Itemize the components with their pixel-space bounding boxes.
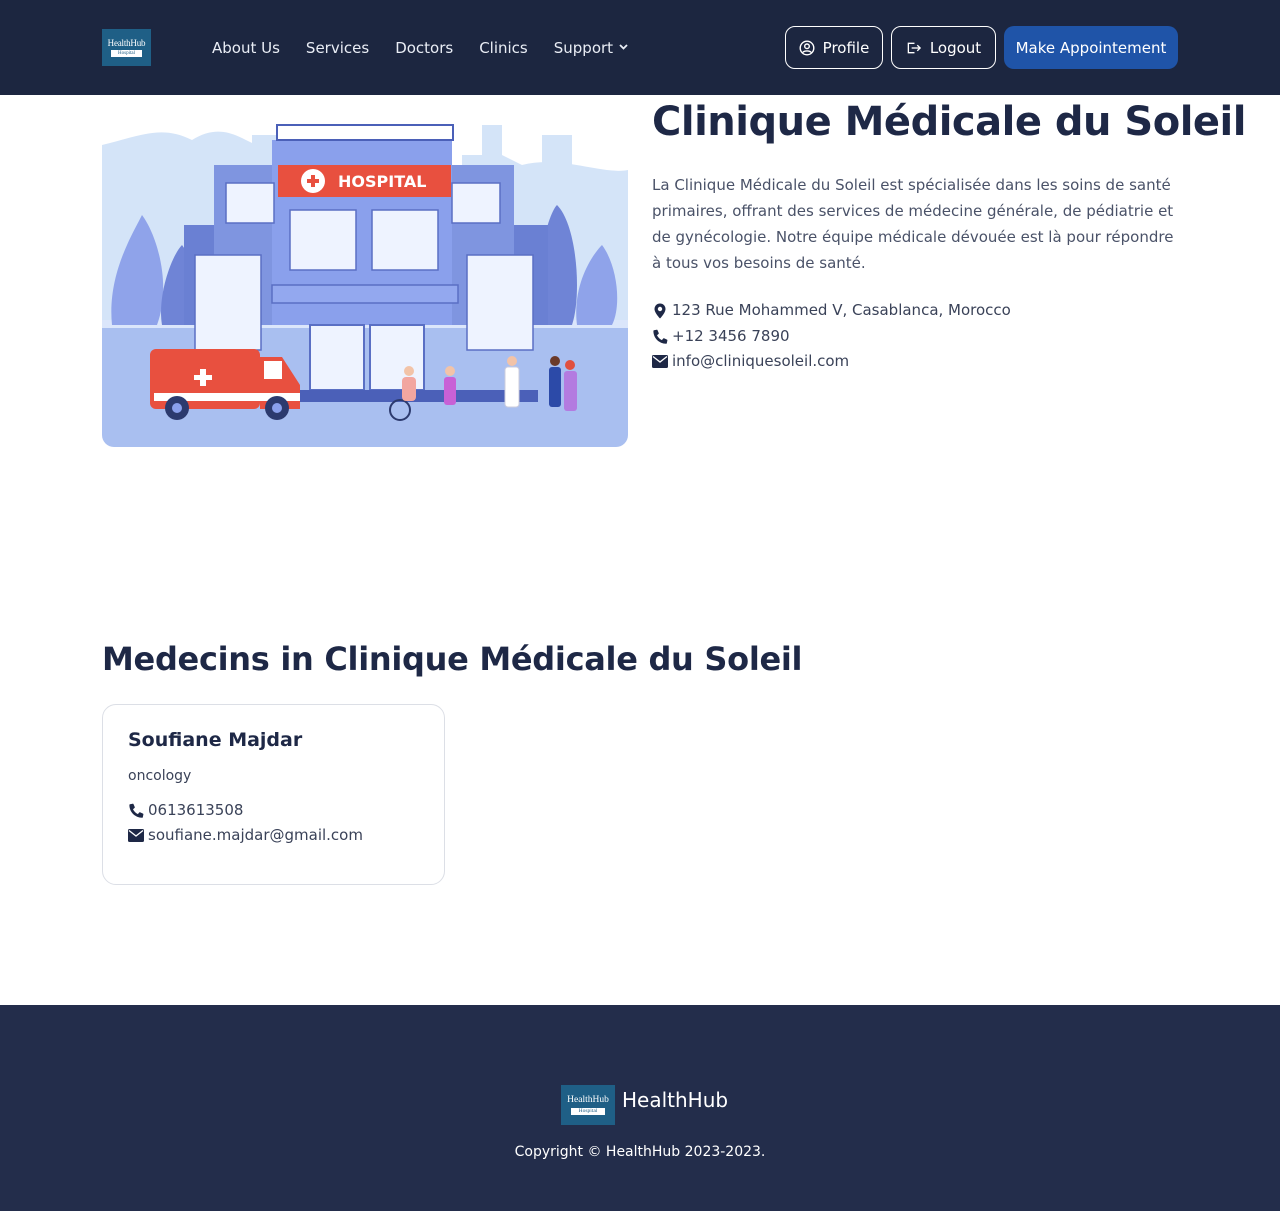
- map-marker-icon: [652, 303, 668, 319]
- hospital-sign-text: HOSPITAL: [338, 172, 426, 191]
- logout-button[interactable]: Logout: [891, 26, 996, 69]
- clinic-title: Clinique Médicale du Soleil: [652, 99, 1246, 145]
- main-nav: About Us Services Doctors Clinics Suppor…: [212, 36, 654, 60]
- logo[interactable]: HealthHub Hospital: [102, 29, 151, 66]
- logout-icon: [906, 40, 922, 56]
- clinic-email[interactable]: info@cliniquesoleil.com: [672, 349, 849, 375]
- doctors-section-title: Medecins in Clinique Médicale du Soleil: [102, 640, 803, 678]
- chevron-down-icon: [619, 36, 628, 60]
- footer-brand: HealthHub: [622, 1088, 729, 1112]
- logo-subtext: Hospital: [111, 50, 142, 57]
- clinic-address-row: 123 Rue Mohammed V, Casablanca, Morocco: [652, 298, 1011, 324]
- nav-support-label: Support: [553, 39, 614, 57]
- clinic-illustration: HOSPITAL: [102, 95, 628, 447]
- doctor-contact: 0613613508 soufiane.majdar@gmail.com: [128, 798, 363, 848]
- clinic-description: La Clinique Médicale du Soleil est spéci…: [652, 176, 1174, 272]
- nav-support[interactable]: Support: [554, 36, 628, 60]
- profile-button[interactable]: Profile: [785, 26, 883, 69]
- make-appointment-button[interactable]: Make Appointement: [1004, 26, 1178, 69]
- doctor-phone-row: 0613613508: [128, 798, 363, 823]
- nav-doctors[interactable]: Doctors: [395, 36, 453, 60]
- footer-logo-text: HealthHub: [567, 1095, 609, 1105]
- envelope-icon: [652, 354, 668, 370]
- footer: HealthHub Hospital HealthHub Copyright ©…: [0, 1005, 1280, 1211]
- footer-logo-subtext: Hospital: [570, 1108, 606, 1115]
- logo-text: HealthHub: [107, 38, 146, 48]
- clinic-email-row: info@cliniquesoleil.com: [652, 349, 1011, 375]
- phone-icon: [652, 328, 668, 344]
- nav-clinics[interactable]: Clinics: [479, 36, 528, 60]
- doctor-email-row: soufiane.majdar@gmail.com: [128, 823, 363, 848]
- clinic-contact: 123 Rue Mohammed V, Casablanca, Morocco …: [652, 298, 1011, 375]
- clinic-phone[interactable]: +12 3456 7890: [672, 324, 790, 350]
- nav-about-us[interactable]: About Us: [212, 36, 280, 60]
- doctor-email[interactable]: soufiane.majdar@gmail.com: [148, 823, 363, 848]
- user-circle-icon: [799, 39, 815, 56]
- doctor-card[interactable]: Soufiane Majdar oncology 0613613508 souf…: [102, 704, 445, 885]
- clinic-phone-row: +12 3456 7890: [652, 324, 1011, 350]
- footer-logo[interactable]: HealthHub Hospital: [561, 1085, 615, 1125]
- doctor-name: Soufiane Majdar: [128, 729, 303, 751]
- phone-icon: [128, 803, 144, 819]
- navbar: HealthHub Hospital About Us Services Doc…: [0, 0, 1280, 95]
- envelope-icon: [128, 828, 144, 844]
- clinic-address: 123 Rue Mohammed V, Casablanca, Morocco: [672, 301, 1011, 319]
- doctor-specialty: oncology: [128, 768, 192, 784]
- footer-copyright: Copyright © HealthHub 2023-2023.: [514, 1144, 766, 1160]
- doctor-phone[interactable]: 0613613508: [148, 798, 243, 823]
- nav-services[interactable]: Services: [306, 36, 369, 60]
- profile-label: Profile: [822, 38, 870, 57]
- logout-label: Logout: [929, 38, 982, 57]
